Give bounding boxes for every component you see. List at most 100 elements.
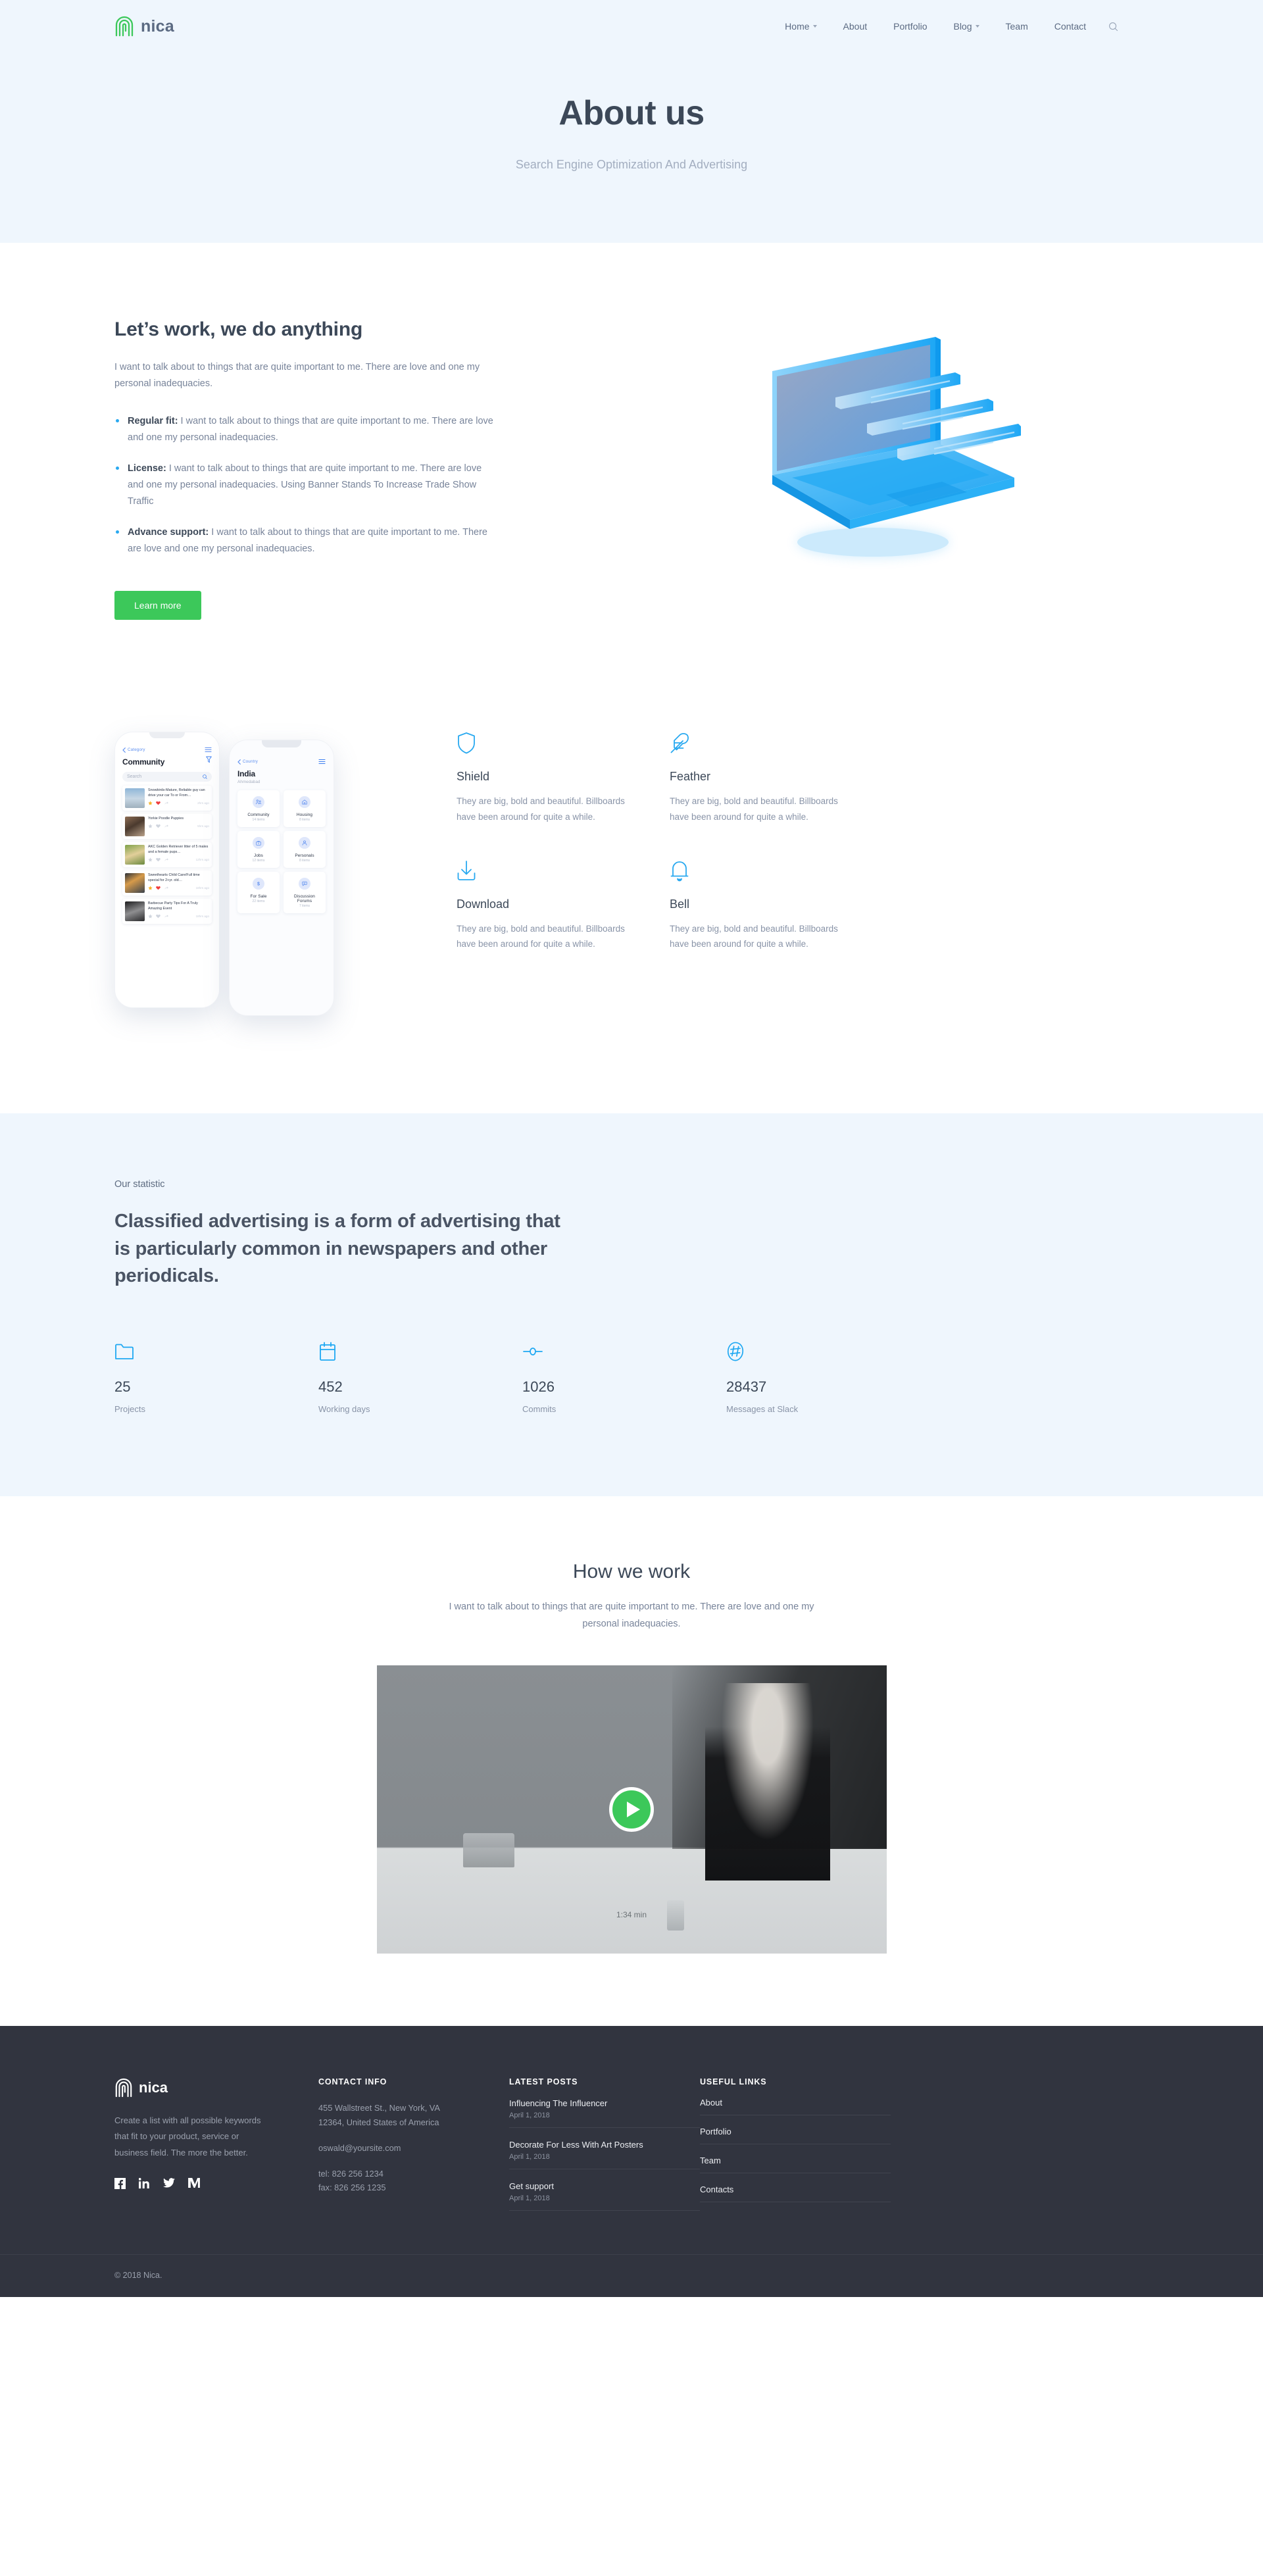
list-item-body: Snowbirds-Mature, Reliable guy can drive… (148, 788, 209, 808)
footer-link-about[interactable]: About (700, 2098, 891, 2116)
category-name: For Sale (250, 894, 267, 899)
menu-icon[interactable] (318, 759, 326, 765)
footer-email[interactable]: oswald@yoursite.com (318, 2141, 460, 2156)
list-item-title: Snowbirds-Mature, Reliable guy can drive… (148, 788, 205, 798)
category-tile-jobs[interactable]: Jobs 12 items (237, 831, 280, 869)
footer-link-portfolio[interactable]: Portfolio (700, 2127, 891, 2145)
feather-icon (670, 733, 689, 753)
star-icon[interactable] (148, 886, 153, 890)
footer-post-item[interactable]: Get support April 1, 2018 (509, 2181, 700, 2211)
category-tile-personals[interactable]: Personals 8 items (284, 831, 326, 869)
footer-logo[interactable]: nica (114, 2077, 318, 2098)
share-icon[interactable] (164, 857, 168, 862)
statistic-counters: 25 Projects 452 Working days 1026 Commit… (114, 1342, 1263, 1414)
heart-icon[interactable] (156, 857, 161, 862)
back-button[interactable]: Country (237, 759, 258, 765)
how-heading: How we work (572, 1560, 691, 1582)
category-tile-housing[interactable]: Housing 8 items (284, 790, 326, 828)
list-item[interactable]: Sweethearts Child Care/Full time special… (122, 871, 212, 896)
category-items: 7 items (299, 904, 310, 909)
star-icon[interactable] (148, 914, 153, 919)
nav-item-team[interactable]: Team (993, 21, 1041, 32)
footer-post-item[interactable]: Influencing The Influencer April 1, 2018 (509, 2098, 700, 2129)
menu-icon[interactable] (205, 747, 212, 753)
list-item[interactable]: Yorkie Poodle Puppies 5hrs ago (122, 814, 212, 840)
facebook-icon[interactable] (114, 2177, 126, 2189)
footer-post-date: April 1, 2018 (509, 2194, 550, 2203)
download-icon (457, 860, 476, 880)
back-button[interactable]: Category (122, 747, 145, 753)
phone-mockup-country: Country India Ahmedabad Community 14 ite… (229, 740, 334, 1017)
commit-icon (523, 1347, 543, 1355)
footer-link-contacts[interactable]: Contacts (700, 2185, 891, 2203)
fingerprint-logo-icon (115, 16, 134, 37)
list-item-actions: 2hrs ago (148, 801, 209, 805)
footer-post-date: April 1, 2018 (509, 2111, 550, 2120)
video-object (463, 1833, 515, 1868)
share-icon[interactable] (164, 914, 168, 919)
share-icon[interactable] (164, 824, 168, 828)
learn-more-button[interactable]: Learn more (114, 591, 201, 620)
fingerprint-logo-icon (115, 2079, 132, 2098)
phone-subtitle: Ahmedabad (237, 780, 260, 785)
search-icon[interactable] (1108, 22, 1118, 32)
page-title: About us (558, 94, 705, 132)
stat-value: 452 (318, 1378, 343, 1395)
medium-icon[interactable] (188, 2177, 200, 2189)
calendar-icon (320, 1342, 335, 1361)
star-icon[interactable] (148, 824, 153, 828)
nav-item-blog[interactable]: Blog (940, 21, 992, 32)
heart-icon[interactable] (156, 801, 161, 805)
heart-icon[interactable] (156, 914, 161, 919)
work-bullet-term: License: (128, 463, 166, 474)
phone-post-list: Snowbirds-Mature, Reliable guy can drive… (122, 786, 212, 924)
video-player[interactable]: 1:34 min (376, 1665, 887, 1954)
category-tile-discussion-forums[interactable]: Discussion Forums 7 items (284, 872, 326, 914)
work-bullet-item: Regular fit: I want to talk about to thi… (114, 413, 496, 446)
features-grid: Category Community Search Snowbirds-Matu… (0, 725, 1263, 1041)
category-items: 8 items (299, 818, 310, 822)
nav-item-portfolio[interactable]: Portfolio (880, 21, 940, 32)
nav-label: About (843, 21, 868, 32)
play-icon (626, 1802, 640, 1818)
phone-notch (149, 732, 185, 739)
feature-title: Download (457, 897, 510, 911)
footer-link-team[interactable]: Team (700, 2156, 891, 2174)
heart-icon[interactable] (156, 824, 161, 828)
nav-label: Portfolio (893, 21, 928, 32)
brand-logo[interactable]: nica (114, 15, 174, 38)
play-button[interactable] (609, 1787, 654, 1832)
back-label: Country (243, 759, 259, 765)
share-icon[interactable] (164, 886, 168, 890)
share-icon[interactable] (164, 801, 168, 805)
star-icon[interactable] (148, 801, 153, 805)
work-bullet-term: Advance support: (128, 526, 209, 538)
feature-title: Shield (457, 770, 490, 784)
nav-item-contact[interactable]: Contact (1041, 21, 1099, 32)
twitter-icon[interactable] (163, 2177, 175, 2189)
timestamp: 18hrs ago (195, 886, 209, 890)
nav-item-home[interactable]: Home (772, 21, 830, 32)
nav-label: Contact (1054, 21, 1086, 32)
social-links (114, 2177, 318, 2189)
nav-item-about[interactable]: About (830, 21, 881, 32)
footer-post-title: Decorate For Less With Art Posters (509, 2140, 643, 2150)
footer-post-item[interactable]: Decorate For Less With Art Posters April… (509, 2140, 700, 2170)
list-item[interactable]: Snowbirds-Mature, Reliable guy can drive… (122, 786, 212, 811)
star-icon[interactable] (148, 857, 153, 862)
category-tile-for-sale[interactable]: $ For Sale 22 items (237, 872, 280, 914)
phone-notch (262, 740, 301, 748)
header-inner: nica Home About Portfolio Blog Team Cont… (0, 0, 1263, 53)
list-item[interactable]: AKC Golden Retriever litter of 5 males a… (122, 842, 212, 868)
stat-label: Messages at Slack (726, 1403, 799, 1414)
search-input[interactable]: Search (122, 772, 212, 782)
footer-brand-column: nica Create a list with all possible key… (114, 2077, 318, 2211)
list-item[interactable]: Barbecue Party Tips For A Truly Amazing … (122, 899, 212, 924)
filter-icon[interactable] (206, 756, 212, 763)
footer-posts-heading: LATEST POSTS (509, 2077, 578, 2087)
linkedin-icon[interactable] (139, 2177, 150, 2189)
category-tile-community[interactable]: Community 14 items (237, 790, 280, 828)
footer-links-column: USEFUL LINKS About Portfolio Team Contac… (700, 2077, 891, 2211)
feature-card-download: Download They are big, bold and beautifu… (457, 859, 638, 952)
heart-icon[interactable] (156, 886, 161, 890)
